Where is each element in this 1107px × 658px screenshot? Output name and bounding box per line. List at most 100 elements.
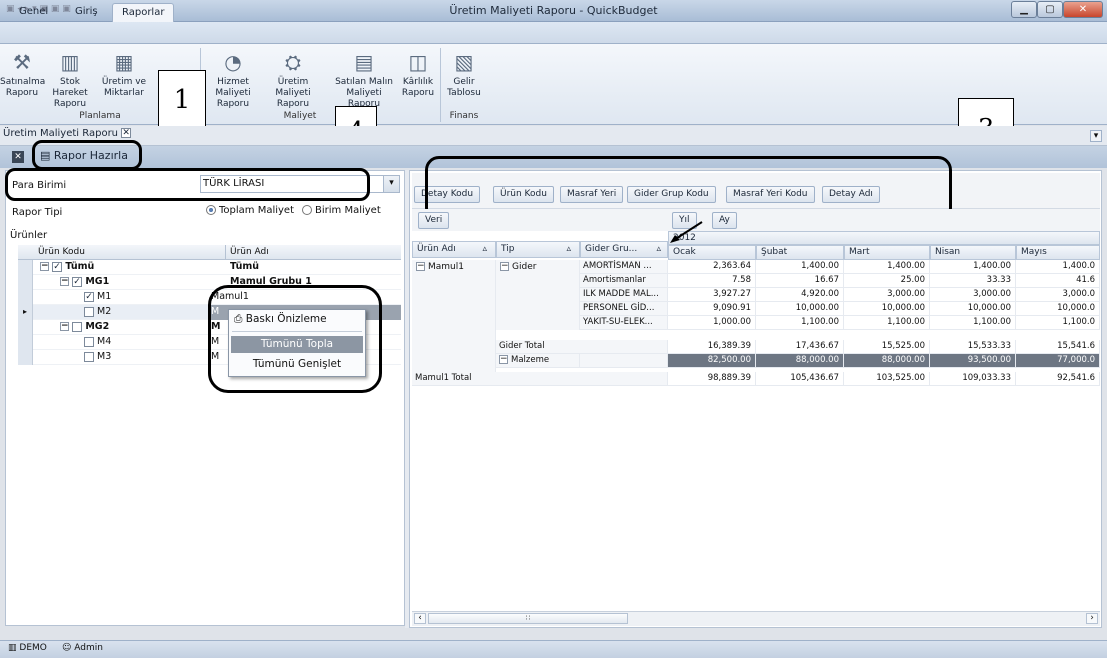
checkbox-checked-icon[interactable]: ✓ [52, 261, 62, 272]
type-row-header-malzeme[interactable]: − Malzeme [496, 354, 580, 368]
total-cell[interactable]: 15,525.00 [844, 340, 930, 354]
month-header[interactable]: Mart [844, 245, 930, 260]
data-cell-highlighted[interactable]: 88,000.00 [756, 354, 844, 368]
expense-group-header[interactable]: PERSONEL GİD... [580, 302, 668, 316]
checkbox-icon[interactable] [84, 351, 94, 362]
month-header[interactable]: Ocak [668, 245, 756, 260]
data-field-button[interactable]: Veri [418, 212, 450, 229]
row-field-product[interactable]: Ürün Adı ▵ [412, 241, 496, 258]
month-header[interactable]: Nisan [930, 245, 1016, 260]
checkbox-checked-icon[interactable]: ✓ [84, 291, 94, 302]
grand-total-cell[interactable]: 92,541.6 [1016, 372, 1100, 386]
data-cell[interactable]: 1,100.00 [930, 316, 1016, 330]
collapse-icon[interactable]: − [500, 262, 509, 271]
row-field-expense-group[interactable]: Gider Gru... ▵ [580, 241, 668, 258]
tree-node-mg1[interactable]: − ✓ MG1 [60, 276, 109, 287]
tree-node-all[interactable]: − ✓ Tümü [40, 261, 94, 272]
grand-total-cell[interactable]: 105,436.67 [756, 372, 844, 386]
month-header[interactable]: Mayıs [1016, 245, 1100, 260]
total-cell[interactable]: 16,389.39 [668, 340, 756, 354]
month-header[interactable]: Şubat [756, 245, 844, 260]
data-cell-highlighted[interactable]: 88,000.00 [844, 354, 930, 368]
checkbox-icon[interactable] [84, 306, 94, 317]
total-cell[interactable]: 17,436.67 [756, 340, 844, 354]
minimize-button[interactable]: ▁ [1011, 1, 1037, 18]
tab-close-icon[interactable]: ✕ [121, 128, 132, 138]
data-cell[interactable]: 9,090.91 [668, 302, 756, 316]
collapse-icon[interactable]: − [416, 262, 425, 271]
gider-total-header[interactable]: Gider Total [496, 340, 668, 354]
close-button[interactable]: ✕ [1063, 1, 1103, 18]
tree-node-m2[interactable]: M2 [84, 306, 111, 317]
collapse-icon[interactable]: − [60, 322, 69, 331]
tab-list-dropdown-icon[interactable]: ▾ [1090, 130, 1102, 142]
total-cell[interactable]: 15,541.6 [1016, 340, 1100, 354]
product-row-header[interactable]: − Mamul1 [416, 262, 464, 272]
checkbox-icon[interactable] [72, 321, 82, 332]
data-cell[interactable]: 1,400.00 [844, 260, 930, 274]
expense-group-header[interactable]: AMORTİSMAN ... [580, 260, 668, 274]
row-field-type[interactable]: Tip ▵ [496, 241, 580, 258]
data-cell[interactable]: 4,920.00 [756, 288, 844, 302]
tree-node-m3[interactable]: M3 [84, 351, 111, 362]
data-cell[interactable]: 16.67 [756, 274, 844, 288]
cogs-report-button[interactable]: ▤ Satılan Malın Maliyeti Raporu [332, 50, 396, 110]
data-cell[interactable]: 7.58 [668, 274, 756, 288]
data-cell[interactable]: 1,000.00 [668, 316, 756, 330]
tree-node-m1[interactable]: ✓ M1 [84, 291, 111, 302]
production-cost-report-button[interactable]: ⛭ Üretim Maliyeti Raporu [264, 50, 322, 110]
data-cell[interactable]: 3,000.00 [844, 288, 930, 302]
data-cell[interactable]: 1,400.00 [756, 260, 844, 274]
grand-total-cell[interactable]: 98,889.39 [668, 372, 756, 386]
col-field-month[interactable]: Ay [712, 212, 737, 229]
scroll-thumb[interactable]: ∷ [428, 613, 628, 624]
data-cell[interactable]: 10,000.00 [756, 302, 844, 316]
data-cell[interactable]: 1,100.00 [756, 316, 844, 330]
data-cell[interactable]: 3,927.27 [668, 288, 756, 302]
tab-genel[interactable]: Genel [10, 3, 57, 22]
data-cell-highlighted[interactable]: 82,500.00 [668, 354, 756, 368]
collapse-icon[interactable]: − [60, 277, 69, 286]
tree-node-mg2[interactable]: − MG2 [60, 321, 109, 332]
tab-raporlar[interactable]: Raporlar [112, 3, 175, 22]
data-cell[interactable]: 41.6 [1016, 274, 1100, 288]
income-statement-button[interactable]: ▧ Gelir Tablosu [444, 50, 484, 110]
radio-total-cost[interactable]: Toplam Maliyet [206, 205, 294, 216]
data-cell[interactable]: 1,400.0 [1016, 260, 1100, 274]
service-cost-report-button[interactable]: ◔ Hizmet Maliyeti Raporu [204, 50, 262, 110]
grand-total-cell[interactable]: 109,033.33 [930, 372, 1016, 386]
close-panel-icon[interactable]: ✕ [12, 151, 24, 163]
data-cell[interactable]: 10,000.00 [930, 302, 1016, 316]
collapse-icon[interactable]: − [40, 262, 49, 271]
production-quantities-button[interactable]: ▦ Üretim ve Miktarlar [98, 50, 150, 110]
year-header[interactable]: 2012 [668, 231, 1100, 245]
data-cell[interactable]: 10,000.0 [1016, 302, 1100, 316]
maximize-button[interactable]: ▢ [1037, 1, 1063, 18]
tree-node-m4[interactable]: M4 [84, 336, 111, 347]
data-cell[interactable]: 2,363.64 [668, 260, 756, 274]
data-cell[interactable]: 1,100.00 [844, 316, 930, 330]
data-cell-highlighted[interactable]: 93,500.00 [930, 354, 1016, 368]
grand-total-cell[interactable]: 103,525.00 [844, 372, 930, 386]
chevron-down-icon[interactable]: ▾ [383, 176, 399, 192]
expense-group-header[interactable]: Amortismanlar [580, 274, 668, 288]
data-cell[interactable]: 1,400.00 [930, 260, 1016, 274]
scroll-right-icon[interactable]: › [1086, 613, 1098, 624]
purchase-report-button[interactable]: ⚒ Satınalma Raporu [0, 50, 45, 110]
collapse-icon[interactable]: − [499, 355, 508, 364]
expense-group-header[interactable]: ILK MADDE MAL... [580, 288, 668, 302]
data-cell[interactable]: 10,000.00 [844, 302, 930, 316]
data-cell[interactable]: 3,000.0 [1016, 288, 1100, 302]
expense-group-header[interactable]: YAKIT-SU-ELEK... [580, 316, 668, 330]
data-cell-highlighted[interactable]: 77,000.0 [1016, 354, 1100, 368]
scroll-left-icon[interactable]: ‹ [414, 613, 426, 624]
data-cell[interactable]: 1,100.0 [1016, 316, 1100, 330]
total-cell[interactable]: 15,533.33 [930, 340, 1016, 354]
radio-unit-cost[interactable]: Birim Maliyet [302, 205, 381, 216]
data-cell[interactable]: 3,000.00 [930, 288, 1016, 302]
col-header-name[interactable]: Ürün Adı [230, 247, 269, 257]
data-cell[interactable]: 25.00 [844, 274, 930, 288]
data-cell[interactable]: 33.33 [930, 274, 1016, 288]
prepare-report-button[interactable]: ▤ Rapor Hazırla [40, 149, 128, 162]
stock-movement-report-button[interactable]: ▥ Stok Hareket Raporu [48, 50, 92, 110]
